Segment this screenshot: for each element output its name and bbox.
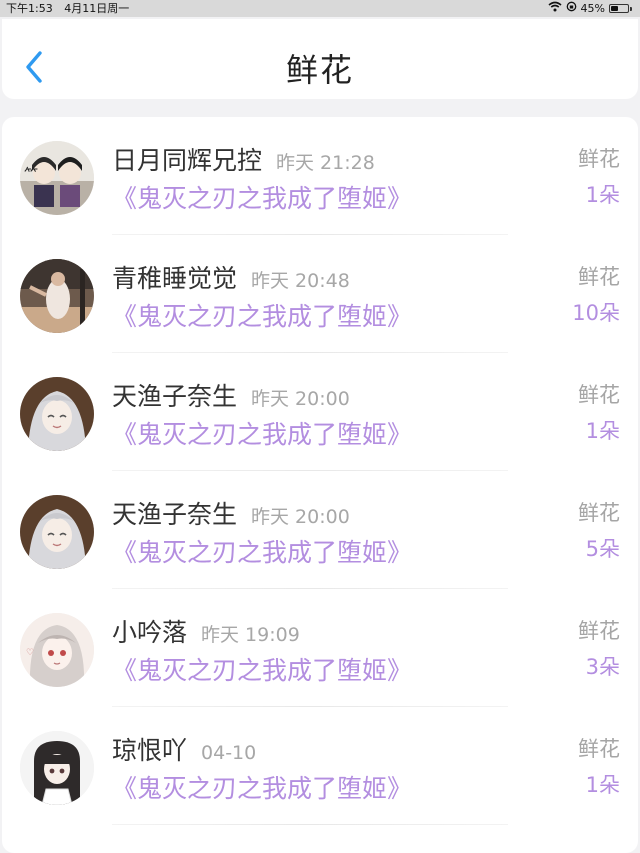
gift-count: 10朵: [572, 301, 620, 325]
status-time: 下午1:53: [6, 2, 53, 15]
gift-type: 鲜花: [578, 737, 620, 761]
timestamp: 04-10: [201, 742, 257, 764]
user-name-text: 小吟落: [112, 618, 188, 647]
user-name-text: 琼恨吖: [112, 736, 188, 765]
svg-text:♡: ♡: [26, 648, 34, 658]
avatar[interactable]: [20, 259, 94, 333]
book-title-link[interactable]: 《鬼灭之刃之我成了堕姬》: [112, 415, 412, 451]
timestamp: 昨天 20:00: [251, 506, 350, 528]
timestamp: 昨天 19:09: [201, 624, 300, 646]
wifi-icon: [548, 0, 562, 17]
avatar[interactable]: [20, 377, 94, 451]
battery-percent: 45%: [580, 2, 605, 15]
book-title-link[interactable]: 《鬼灭之刃之我成了堕姬》: [112, 769, 412, 805]
status-bar: 下午1:53 4月11日周一 45%: [0, 0, 640, 17]
page-title: 鲜花: [285, 51, 354, 89]
book-title-link[interactable]: 《鬼灭之刃之我成了堕姬》: [112, 533, 412, 569]
timestamp: 昨天 20:48: [251, 270, 350, 292]
status-date: 4月11日周一: [64, 2, 130, 15]
user-name: 琼恨吖 04-10: [112, 731, 256, 767]
battery-tip: [630, 6, 632, 11]
user-name: 天渔子奈生 昨天 20:00: [112, 495, 350, 531]
user-name: 天渔子奈生 昨天 20:00: [112, 377, 350, 413]
user-name-text: 青稚睡觉觉: [112, 264, 238, 293]
svg-text:⺮: ⺮: [24, 166, 38, 183]
header-bar: 鲜花: [2, 19, 638, 99]
avatar[interactable]: ♡: [20, 613, 94, 687]
user-name-text: 天渔子奈生: [112, 382, 238, 411]
orientation-lock-icon: [566, 0, 577, 17]
user-name-text: 日月同辉兄控: [112, 146, 263, 175]
user-name: 小吟落 昨天 19:09: [112, 613, 300, 649]
list-item[interactable]: 琼恨吖 04-10 《鬼灭之刃之我成了堕姬》 鲜花 1朵: [2, 707, 638, 825]
timestamp: 昨天 20:00: [251, 388, 350, 410]
list-item[interactable]: 天渔子奈生 昨天 20:00 《鬼灭之刃之我成了堕姬》 鲜花 1朵: [2, 353, 638, 471]
status-left: 下午1:53 4月11日周一: [6, 0, 137, 17]
list-item[interactable]: ⺮ 日月同辉兄控 昨天 21:28 《鬼灭之刃之我成了堕姬》 鲜花 1朵: [2, 117, 638, 235]
book-title-link[interactable]: 《鬼灭之刃之我成了堕姬》: [112, 179, 412, 215]
gift-count: 5朵: [585, 537, 620, 561]
gift-count: 3朵: [585, 655, 620, 679]
gift-type: 鲜花: [578, 265, 620, 289]
divider: [112, 824, 508, 825]
gift-count: 1朵: [585, 419, 620, 443]
user-name: 青稚睡觉觉 昨天 20:48: [112, 259, 350, 295]
gift-count: 1朵: [585, 183, 620, 207]
list-item[interactable]: ♡ 小吟落 昨天 19:09 《鬼灭之刃之我成了堕姬》 鲜花 3朵: [2, 589, 638, 707]
book-title-link[interactable]: 《鬼灭之刃之我成了堕姬》: [112, 651, 412, 687]
gift-count: 1朵: [585, 773, 620, 797]
avatar[interactable]: [20, 731, 94, 805]
avatar[interactable]: [20, 495, 94, 569]
gift-type: 鲜花: [578, 619, 620, 643]
status-right: 45%: [548, 0, 632, 17]
gift-type: 鲜花: [578, 383, 620, 407]
list-item[interactable]: 天渔子奈生 昨天 20:00 《鬼灭之刃之我成了堕姬》 鲜花 5朵: [2, 471, 638, 589]
gift-list: ⺮ 日月同辉兄控 昨天 21:28 《鬼灭之刃之我成了堕姬》 鲜花 1朵 青稚睡觉…: [2, 117, 638, 853]
battery-icon: [609, 4, 629, 13]
user-name-text: 天渔子奈生: [112, 500, 238, 529]
user-name: 日月同辉兄控 昨天 21:28: [112, 141, 375, 177]
list-item[interactable]: 青稚睡觉觉 昨天 20:48 《鬼灭之刃之我成了堕姬》 鲜花 10朵: [2, 235, 638, 353]
timestamp: 昨天 21:28: [276, 152, 375, 174]
gift-type: 鲜花: [578, 147, 620, 171]
book-title-link[interactable]: 《鬼灭之刃之我成了堕姬》: [112, 297, 412, 333]
gift-type: 鲜花: [578, 501, 620, 525]
avatar[interactable]: ⺮: [20, 141, 94, 215]
